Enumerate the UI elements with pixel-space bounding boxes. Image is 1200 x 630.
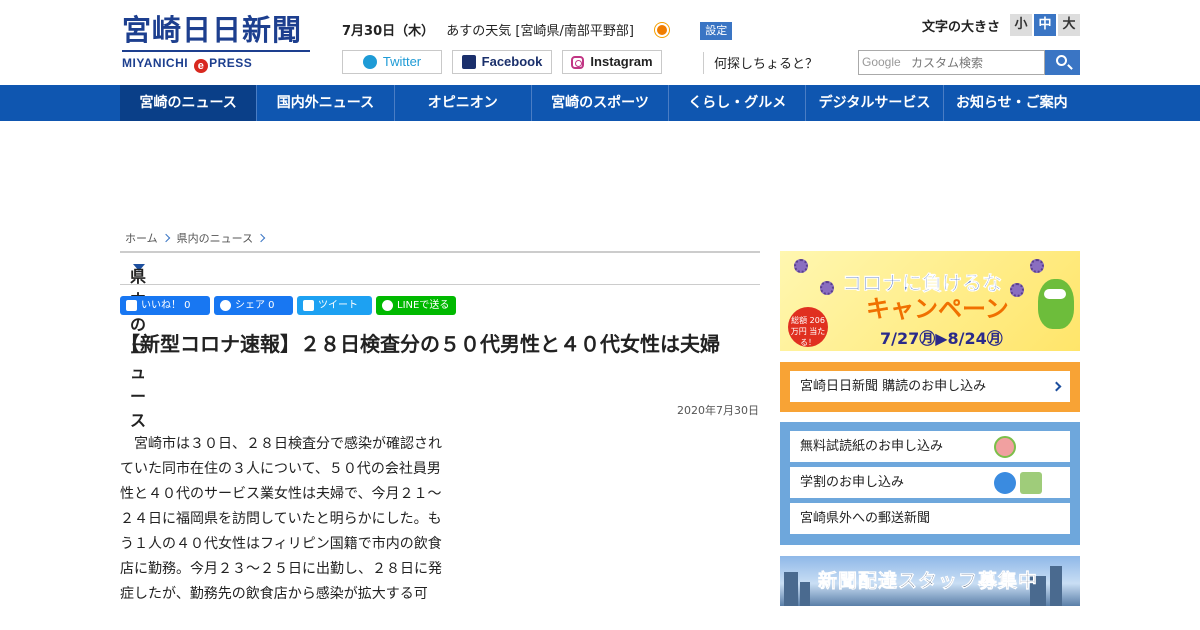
- thumbs-up-icon: [126, 300, 137, 311]
- font-size-large-button[interactable]: 大: [1058, 14, 1080, 36]
- section-title: 県内のニュース: [125, 258, 146, 430]
- prize-badge: 総額 206万円 当たる！: [788, 307, 828, 347]
- instagram-button[interactable]: Instagram: [562, 50, 662, 74]
- search-form: Google: [858, 50, 1080, 75]
- staff-banner-text: 新聞配達スタッフ募集中: [818, 570, 1039, 593]
- school-icon: [1020, 472, 1042, 494]
- nav-item-digital[interactable]: デジタルサービス: [806, 85, 944, 121]
- student-discount-label: 学割のお申し込み: [800, 475, 905, 490]
- virus-icon: [1030, 259, 1044, 273]
- font-size-label: 文字の大きさ: [921, 19, 1000, 35]
- header-divider: [703, 52, 704, 74]
- breadcrumb: ホーム 県内のニュース: [125, 230, 272, 246]
- dateline: 7月30日（木） あすの天気 [宮崎県/南部平野部] 設定: [342, 20, 733, 43]
- campaign-line2: キャンペーン: [866, 295, 1009, 323]
- sun-icon: [652, 20, 672, 40]
- breadcrumb-home[interactable]: ホーム: [125, 230, 158, 246]
- student-discount-link[interactable]: 学割のお申し込み: [790, 467, 1070, 498]
- like-label: いいね！ 0: [141, 300, 191, 311]
- line-icon: [382, 300, 393, 311]
- building-icon: [1050, 566, 1062, 606]
- current-date: 7月30日（木）: [342, 24, 435, 39]
- search-button[interactable]: [1045, 50, 1080, 75]
- twitter-icon: [303, 300, 314, 311]
- font-size-small-button[interactable]: 小: [1010, 14, 1032, 36]
- logo-subtitle: MIYANICHI e PRESS: [122, 56, 312, 73]
- free-trial-label: 無料試読紙のお申し込み: [800, 439, 944, 454]
- subscribe-button[interactable]: 宮崎日日新聞 購読のお申し込み: [790, 371, 1070, 402]
- weather-text[interactable]: あすの天気 [宮崎県/南部平野部]: [446, 24, 634, 39]
- instagram-icon: [571, 55, 585, 69]
- building-icon: [800, 582, 810, 606]
- twitter-button[interactable]: Twitter: [342, 50, 442, 74]
- facebook-share-button[interactable]: シェア 0: [214, 296, 293, 315]
- campaign-dates: 7/27㊊▶8/24㊊: [880, 329, 1003, 348]
- facebook-like-button[interactable]: いいね！ 0: [120, 296, 210, 315]
- font-size-control: 文字の大きさ 小 中 大: [922, 14, 1080, 36]
- mail-delivery-label: 宮崎県外への郵送新聞: [800, 511, 931, 526]
- chevron-right-icon: [256, 233, 266, 243]
- virus-icon: [794, 259, 808, 273]
- article-title: 【新型コロナ速報】２８日検査分の５０代男性と４０代女性は夫婦: [120, 332, 720, 356]
- google-brand: Google: [862, 55, 901, 69]
- nav-item-opinion[interactable]: オピニオン: [395, 85, 532, 121]
- chevron-right-icon: [161, 233, 170, 243]
- mascot-icon: [994, 436, 1016, 458]
- search-icon: [1056, 55, 1067, 66]
- facebook-icon: [220, 300, 231, 311]
- virus-icon: [1010, 283, 1024, 297]
- delivery-staff-banner[interactable]: 新聞配達スタッフ募集中: [780, 556, 1080, 606]
- facebook-icon: [461, 55, 476, 69]
- nav-item-lifestyle[interactable]: くらし・グルメ: [669, 85, 807, 121]
- nav-item-national-news[interactable]: 国内外ニュース: [257, 85, 395, 121]
- subscribe-label: 宮崎日日新聞 購読のお申し込み: [800, 379, 987, 394]
- building-icon: [784, 572, 798, 606]
- article-body: 宮崎市は３０日、２８日検査分で感染が確認されていた同市在住の３人について、５０代…: [120, 436, 442, 602]
- page: 宮崎日日新聞 MIYANICHI e PRESS 7月30日（木） あすの天気 [宮…: [0, 0, 1200, 630]
- facebook-label: Facebook: [481, 54, 543, 69]
- line-share-button[interactable]: LINEで送る: [376, 296, 456, 315]
- virus-icon: [820, 281, 834, 295]
- twitter-icon: [362, 55, 377, 69]
- mascot-icon: [994, 472, 1016, 494]
- breadcrumb-section[interactable]: 県内のニュース: [177, 230, 253, 246]
- logo-rule: [122, 50, 310, 52]
- facebook-button[interactable]: Facebook: [452, 50, 552, 74]
- corona-campaign-banner[interactable]: コロナに負けるな キャンペーン 7/27㊊▶8/24㊊ 総額 206万円 当たる…: [780, 251, 1080, 351]
- nav-item-miyazaki-news[interactable]: 宮崎のニュース: [120, 85, 258, 121]
- instagram-label: Instagram: [590, 54, 653, 69]
- font-size-medium-button[interactable]: 中: [1034, 14, 1056, 36]
- weather-settings-button[interactable]: 設定: [700, 22, 733, 40]
- service-links-box: 無料試読紙のお申し込み 学割のお申し込み 宮崎県外への郵送新聞: [780, 422, 1080, 545]
- tweet-button[interactable]: ツイート: [297, 296, 372, 315]
- free-trial-link[interactable]: 無料試読紙のお申し込み: [790, 431, 1070, 462]
- mascot-icon: [1038, 279, 1074, 329]
- main-nav: 宮崎のニュース 国内外ニュース オピニオン 宮崎のスポーツ くらし・グルメ デジ…: [0, 85, 1200, 121]
- tweet-label: ツイート: [318, 300, 358, 311]
- logo-title: 宮崎日日新聞: [122, 13, 303, 47]
- logo-sub-right: PRESS: [209, 56, 253, 70]
- main-nav-inner: 宮崎のニュース 国内外ニュース オピニオン 宮崎のスポーツ くらし・グルメ デジ…: [120, 85, 1080, 121]
- twitter-label: Twitter: [382, 54, 422, 69]
- section-header[interactable]: 県内のニュース: [120, 251, 760, 430]
- chevron-right-icon: [1051, 381, 1062, 392]
- logo-e-icon: e: [194, 59, 209, 73]
- article-date: 2020年7月30日: [677, 404, 759, 417]
- nav-item-sports[interactable]: 宮崎のスポーツ: [532, 85, 670, 121]
- logo-sub-left: MIYANICHI: [122, 56, 189, 70]
- site-logo[interactable]: 宮崎日日新聞 MIYANICHI e PRESS: [122, 12, 312, 73]
- share-label: シェア 0: [235, 300, 275, 311]
- line-label: LINEで送る: [397, 300, 450, 311]
- nav-item-info[interactable]: お知らせ・ご案内: [944, 85, 1080, 121]
- mail-delivery-link[interactable]: 宮崎県外への郵送新聞: [790, 503, 1070, 534]
- search-prompt: 何探しちょると？: [714, 57, 819, 72]
- subscribe-box: 宮崎日日新聞 購読のお申し込み: [780, 362, 1080, 412]
